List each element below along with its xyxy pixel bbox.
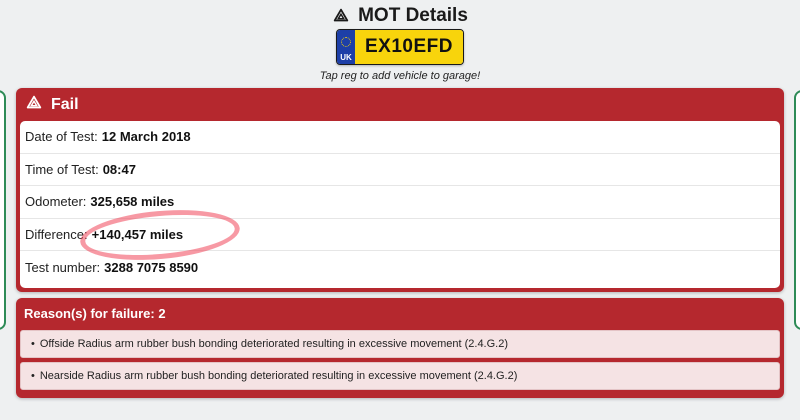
warning-triangle-icon [332, 7, 350, 25]
row-value: 12 March 2018 [101, 129, 191, 145]
result-status: Fail [51, 96, 79, 113]
row-label: Time of Test: [25, 161, 99, 177]
warning-triangle-icon [25, 94, 43, 117]
next-card-edge[interactable] [794, 90, 800, 330]
reason-text: Offside Radius arm rubber bush bonding d… [39, 338, 509, 350]
detail-row-time: Time of Test: 08:47 [20, 154, 780, 186]
plate-country: UK [340, 53, 352, 62]
detail-row-test-number: Test number: 3288 7075 8590 [20, 251, 780, 284]
row-label: Difference: [25, 226, 88, 242]
detail-row-date: Date of Test: 12 March 2018 [20, 121, 780, 154]
row-label: Date of Test: [25, 129, 98, 145]
result-header: Fail [16, 88, 784, 122]
plate-country-band: UK [337, 30, 355, 64]
row-value: 08:47 [102, 161, 136, 177]
reason-text: Nearside Radius arm rubber bush bonding … [39, 370, 518, 382]
registration-plate[interactable]: UK EX10EFD [336, 29, 464, 65]
page-header: MOT Details [0, 4, 800, 28]
list-item: • Offside Radius arm rubber bush bonding… [20, 330, 780, 358]
test-result-card: Fail Date of Test: 12 March 2018 Time of… [16, 88, 784, 292]
row-value: 3288 7075 8590 [104, 259, 199, 275]
list-item: • Nearside Radius arm rubber bush bondin… [20, 362, 780, 390]
plate-registration: EX10EFD [355, 30, 463, 64]
row-value: +140,457 miles [91, 226, 184, 242]
detail-row-difference: Difference: +140,457 miles [20, 203, 780, 266]
row-label: Test number: [25, 259, 101, 275]
eu-stars-icon [341, 37, 351, 47]
page-title: MOT Details [358, 5, 468, 26]
failure-reasons-card: Reason(s) for failure: 2 • Offside Radiu… [16, 298, 784, 398]
previous-card-edge[interactable] [0, 90, 6, 330]
row-label: Odometer: [25, 194, 87, 210]
row-value: 325,658 miles [90, 194, 175, 210]
bullet-icon: • [31, 338, 35, 350]
detail-row-odometer: Odometer: 325,658 miles [20, 186, 780, 219]
garage-hint: Tap reg to add vehicle to garage! [319, 70, 481, 82]
reasons-title: Reason(s) for failure: 2 [24, 305, 166, 321]
bullet-icon: • [31, 370, 35, 382]
result-details: Date of Test: 12 March 2018 Time of Test… [20, 121, 780, 288]
